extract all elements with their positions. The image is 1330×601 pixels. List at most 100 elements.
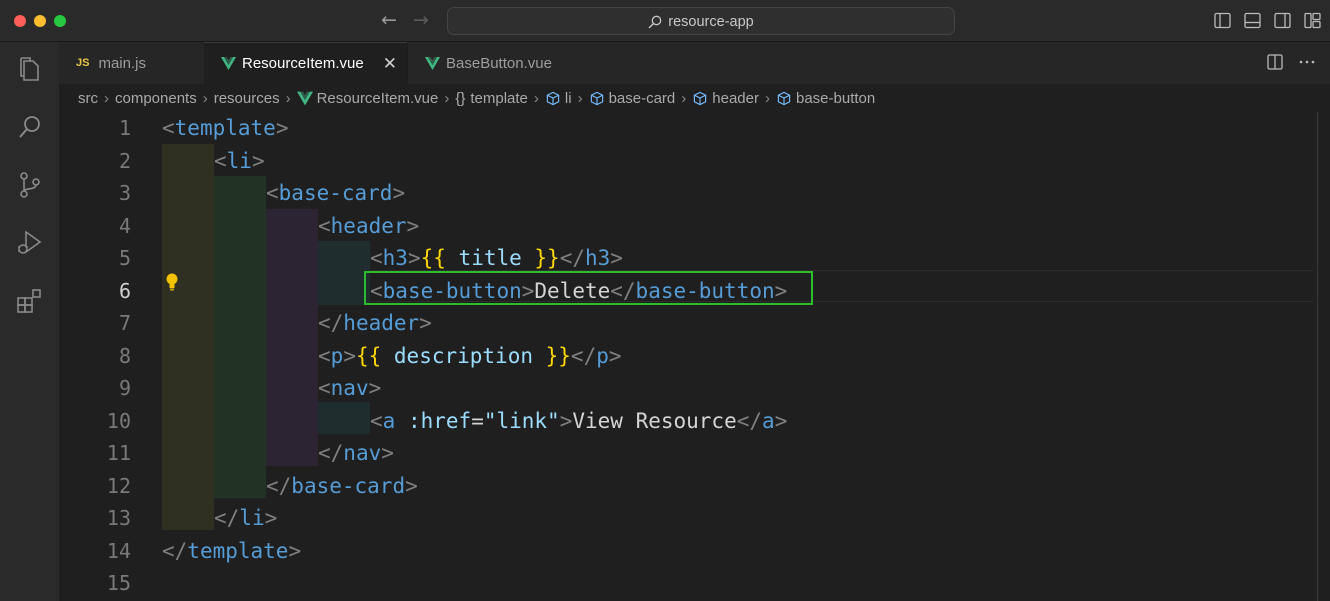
line-number: 11 [106, 441, 131, 465]
breadcrumb-li[interactable]: li [565, 90, 572, 107]
tag-name: base-card [278, 181, 393, 205]
tag-name: p [330, 343, 344, 368]
attribute-value: "link" [483, 408, 560, 433]
vue-file-icon [296, 91, 313, 105]
search-icon [648, 15, 662, 29]
line-number: 5 [118, 246, 131, 270]
extensions-icon[interactable] [15, 286, 45, 316]
toggle-primary-sidebar-icon[interactable] [1213, 11, 1232, 30]
breadcrumb-resources[interactable]: resources [214, 90, 280, 107]
close-window-button[interactable] [14, 15, 26, 27]
code-line: 2 <li> [59, 145, 1330, 178]
code-line: 5 <h3>{{ title }}</h3> [59, 242, 1330, 275]
title-bar: ← → resource-app [0, 0, 1330, 42]
split-editor-icon[interactable] [1266, 53, 1284, 76]
expression: title [458, 246, 522, 270]
source-control-icon[interactable] [15, 170, 45, 200]
line-number: 9 [118, 376, 131, 400]
code-line: 7 </header> [59, 307, 1330, 340]
breadcrumb-components[interactable]: components [115, 90, 197, 107]
tab-resourceitem-vue[interactable]: ResourceItem.vue ✕ [204, 42, 407, 84]
breadcrumb-header[interactable]: header [712, 90, 759, 107]
line-number: 6 [118, 278, 131, 303]
maximize-window-button[interactable] [54, 15, 66, 27]
tag-name: template [174, 116, 276, 140]
line-number: 1 [118, 116, 131, 140]
breadcrumb-src[interactable]: src [78, 90, 98, 107]
code-line: 11 </nav> [59, 437, 1330, 470]
tag-name: h3 [382, 246, 408, 270]
chevron-right-icon: › [533, 89, 539, 107]
close-tab-icon[interactable]: ✕ [383, 54, 397, 74]
line-number: 3 [118, 181, 131, 205]
back-arrow-icon[interactable]: ← [381, 9, 397, 31]
expression: description [393, 343, 533, 368]
tag-name: header [330, 213, 407, 238]
tag-name: header [343, 311, 420, 335]
line-number: 7 [118, 311, 131, 335]
more-actions-icon[interactable] [1298, 53, 1316, 76]
search-icon[interactable] [15, 112, 45, 142]
chevron-right-icon: › [285, 89, 291, 107]
tag-name: li [239, 506, 265, 530]
chevron-right-icon: › [104, 89, 109, 107]
vue-file-icon [221, 57, 236, 70]
line-number: 2 [118, 148, 131, 173]
braces-icon: {} [455, 89, 466, 107]
explorer-icon[interactable] [15, 54, 45, 84]
code-line: 10 <a :href="link">View Resource</a> [59, 405, 1330, 438]
line-number: 4 [118, 213, 131, 238]
line-number: 8 [118, 343, 131, 368]
js-file-icon: JS [76, 57, 90, 69]
chevron-right-icon: › [681, 89, 687, 107]
cube-icon [590, 91, 603, 105]
run-debug-icon[interactable] [15, 228, 45, 258]
breadcrumb-base-button[interactable]: base-button [796, 90, 875, 107]
tab-label: BaseButton.vue [446, 54, 552, 72]
forward-arrow-icon[interactable]: → [413, 9, 429, 31]
customize-layout-icon[interactable] [1303, 11, 1322, 30]
code-line: 15 [59, 567, 1330, 600]
cube-icon [546, 91, 560, 105]
code-line: 1 <template> [59, 112, 1330, 145]
chevron-right-icon: › [764, 89, 770, 107]
tab-basebutton-vue[interactable]: BaseButton.vue [407, 42, 589, 84]
search-label: resource-app [668, 14, 754, 30]
tag-name: a [382, 408, 396, 433]
highlighted-code-box [364, 271, 813, 305]
tag-name: nav [343, 441, 382, 465]
minimize-window-button[interactable] [34, 15, 46, 27]
breadcrumb-base-card[interactable]: base-card [609, 90, 676, 107]
tag-name: li [226, 148, 252, 173]
cube-icon [777, 91, 791, 105]
breadcrumb-file[interactable]: ResourceItem.vue [317, 90, 439, 107]
tab-label: main.js [98, 54, 146, 72]
tag-name: base-card [291, 473, 406, 498]
toggle-panel-icon[interactable] [1243, 11, 1262, 30]
tag-name: h3 [585, 246, 611, 270]
tag-name: a [762, 408, 775, 433]
toggle-secondary-sidebar-icon[interactable] [1273, 11, 1292, 30]
code-editor[interactable]: 1 <template> 2 <li> 3 <base-card> 4 <hea… [59, 112, 1330, 601]
breadcrumb-template[interactable]: template [470, 90, 528, 107]
chevron-right-icon: › [444, 89, 450, 107]
command-center-search[interactable]: resource-app [447, 7, 955, 35]
breadcrumb: src › components › resources › ResourceI… [78, 84, 875, 112]
code-line: 12 </base-card> [59, 470, 1330, 503]
code-line: 14 </template> [59, 535, 1330, 568]
activity-bar [0, 42, 59, 601]
code-line: 3 <base-card> [59, 177, 1330, 210]
tag-name: nav [330, 376, 369, 400]
line-number: 15 [106, 571, 131, 595]
attribute-name: :href [407, 408, 472, 433]
text-content: View Resource [572, 408, 737, 433]
tab-main-js[interactable]: JS main.js [59, 42, 204, 84]
code-line: 9 <nav> [59, 372, 1330, 405]
line-number: 13 [106, 506, 131, 530]
tab-label: ResourceItem.vue [242, 55, 364, 72]
code-line: 4 <header> [59, 210, 1330, 243]
tag-name: template [187, 538, 289, 563]
cube-icon [694, 91, 707, 105]
line-number: 14 [106, 538, 131, 563]
vue-file-icon [425, 56, 440, 70]
